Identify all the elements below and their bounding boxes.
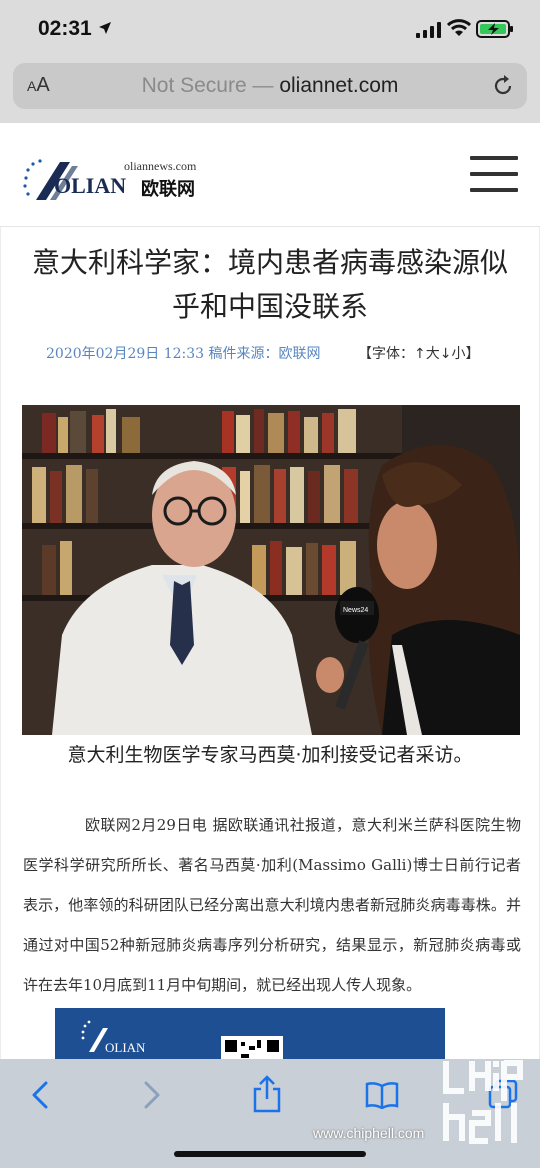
- forward-chevron-icon[interactable]: [142, 1081, 162, 1109]
- menu-icon[interactable]: [470, 156, 518, 194]
- chiphell-watermark-icon: [443, 1060, 523, 1144]
- site-logo[interactable]: oliannews.com OLIAN 欧联网: [20, 156, 220, 206]
- ad-wordmark: OLIAN: [105, 1040, 146, 1055]
- battery-charging-icon: [476, 20, 513, 38]
- ad-banner[interactable]: OLIAN: [55, 1008, 445, 1059]
- logo-wordmark: OLIAN: [54, 173, 127, 198]
- address-bar[interactable]: AA Not Secure — oliannet.com: [13, 63, 527, 109]
- url-text[interactable]: Not Secure — oliannet.com: [13, 74, 527, 98]
- cellular-signal-icon: [416, 22, 441, 38]
- font-size-controls[interactable]: 【字体：↑大↓小】: [358, 343, 479, 363]
- safari-bottom-toolbar: www.chiphell.com: [0, 1059, 540, 1168]
- watermark-text: www.chiphell.com: [313, 1125, 425, 1141]
- interview-photo-illustration: News24: [22, 405, 520, 735]
- back-chevron-icon[interactable]: [30, 1081, 50, 1109]
- browser-toolbar: AA Not Secure — oliannet.com: [0, 58, 540, 123]
- site-header: oliannews.com OLIAN 欧联网: [0, 123, 540, 227]
- reload-icon[interactable]: [491, 74, 515, 98]
- location-arrow-icon: [99, 22, 111, 34]
- article-meta: 2020年02月29日 12:33 稿件来源：欧联网: [46, 346, 321, 362]
- logo-chinese-name: 欧联网: [141, 179, 195, 200]
- home-indicator: [174, 1151, 366, 1157]
- logo-domain-text: oliannews.com: [124, 159, 197, 173]
- bookmarks-icon[interactable]: [365, 1081, 399, 1109]
- article: 意大利科学家：境内患者病毒感染源似乎和中国没联系 2020年02月29日 12:…: [0, 227, 540, 1059]
- wifi-icon: [447, 19, 471, 36]
- status-time: 02:31: [38, 17, 92, 40]
- share-icon[interactable]: [252, 1075, 282, 1113]
- photo-caption: 意大利生物医学专家马西莫·加利接受记者采访。: [67, 744, 473, 766]
- status-bar: 02:31: [0, 0, 540, 58]
- article-body: 欧联网2月29日电 据欧联通讯社报道，意大利米兰萨科医院生物医学科学研究所所长、…: [23, 816, 521, 994]
- mic-flag-label: News24: [343, 607, 368, 614]
- article-photo: News24: [22, 405, 520, 735]
- article-title: 意大利科学家：境内患者病毒感染源似乎和中国没联系: [31, 246, 508, 323]
